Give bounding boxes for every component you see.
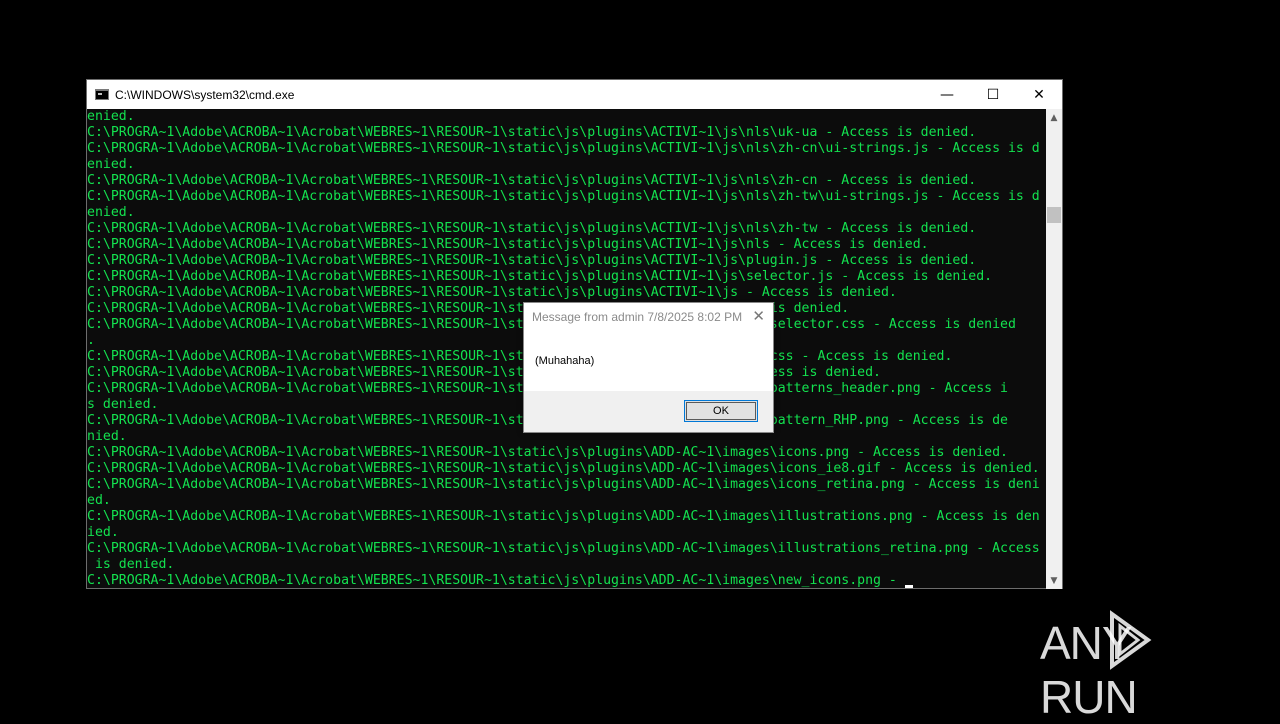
terminal-line: C:\PROGRA~1\Adobe\ACROBA~1\Acrobat\WEBRE…	[87, 221, 977, 236]
ok-button[interactable]: OK	[684, 400, 758, 422]
cmd-app-icon	[95, 89, 109, 100]
terminal-line: C:\PROGRA~1\Adobe\ACROBA~1\Acrobat\WEBRE…	[87, 237, 929, 252]
terminal-line: ied.	[87, 525, 119, 540]
dialog-message: (Muhahaha)	[535, 355, 595, 367]
terminal-line: C:\PROGRA~1\Adobe\ACROBA~1\Acrobat\WEBRE…	[87, 125, 977, 140]
terminal-line: enied.	[87, 205, 135, 220]
window-controls: — ☐ ✕	[924, 80, 1062, 109]
dialog-footer: OK	[524, 391, 773, 432]
terminal-line: C:\PROGRA~1\Adobe\ACROBA~1\Acrobat\WEBRE…	[87, 269, 993, 284]
terminal-line: enied.	[87, 109, 135, 124]
message-dialog: Message from admin 7/8/2025 8:02 PM ✕ (M…	[523, 302, 774, 433]
anyrun-watermark: ANYRUN	[1040, 608, 1240, 723]
terminal-line: C:\PROGRA~1\Adobe\ACROBA~1\Acrobat\WEBRE…	[87, 141, 1040, 156]
dialog-title: Message from admin 7/8/2025 8:02 PM	[532, 310, 743, 324]
terminal-line: C:\PROGRA~1\Adobe\ACROBA~1\Acrobat\WEBRE…	[87, 253, 977, 268]
window-title: C:\WINDOWS\system32\cmd.exe	[115, 87, 295, 102]
terminal-line: C:\PROGRA~1\Adobe\ACROBA~1\Acrobat\WEBRE…	[87, 285, 897, 300]
terminal-line: enied.	[87, 157, 135, 172]
terminal-line: C:\PROGRA~1\Adobe\ACROBA~1\Acrobat\WEBRE…	[87, 477, 1040, 492]
minimize-button[interactable]: —	[924, 80, 970, 109]
terminal-line: C:\PROGRA~1\Adobe\ACROBA~1\Acrobat\WEBRE…	[87, 541, 1040, 556]
terminal-line: ed.	[87, 493, 111, 508]
dialog-close-icon[interactable]: ✕	[752, 307, 765, 325]
terminal-line: C:\PROGRA~1\Adobe\ACROBA~1\Acrobat\WEBRE…	[87, 445, 1008, 460]
terminal-line: is denied.	[87, 557, 175, 572]
scrollbar-thumb[interactable]	[1047, 207, 1061, 223]
vertical-scrollbar[interactable]: ▲ ▼	[1046, 109, 1062, 589]
scroll-down-arrow-icon[interactable]: ▼	[1046, 572, 1062, 589]
scroll-up-arrow-icon[interactable]: ▲	[1046, 109, 1062, 126]
terminal-line: C:\PROGRA~1\Adobe\ACROBA~1\Acrobat\WEBRE…	[87, 461, 1040, 476]
maximize-button[interactable]: ☐	[970, 80, 1016, 109]
close-button[interactable]: ✕	[1016, 80, 1062, 109]
terminal-line: C:\PROGRA~1\Adobe\ACROBA~1\Acrobat\WEBRE…	[87, 173, 977, 188]
terminal-line: C:\PROGRA~1\Adobe\ACROBA~1\Acrobat\WEBRE…	[87, 189, 1040, 204]
watermark-text: ANYRUN	[1040, 617, 1138, 723]
title-bar[interactable]: C:\WINDOWS\system32\cmd.exe — ☐ ✕	[87, 80, 1062, 109]
terminal-line: C:\PROGRA~1\Adobe\ACROBA~1\Acrobat\WEBRE…	[87, 573, 1047, 589]
terminal-line: C:\PROGRA~1\Adobe\ACROBA~1\Acrobat\WEBRE…	[87, 509, 1040, 524]
text-cursor	[904, 585, 913, 588]
